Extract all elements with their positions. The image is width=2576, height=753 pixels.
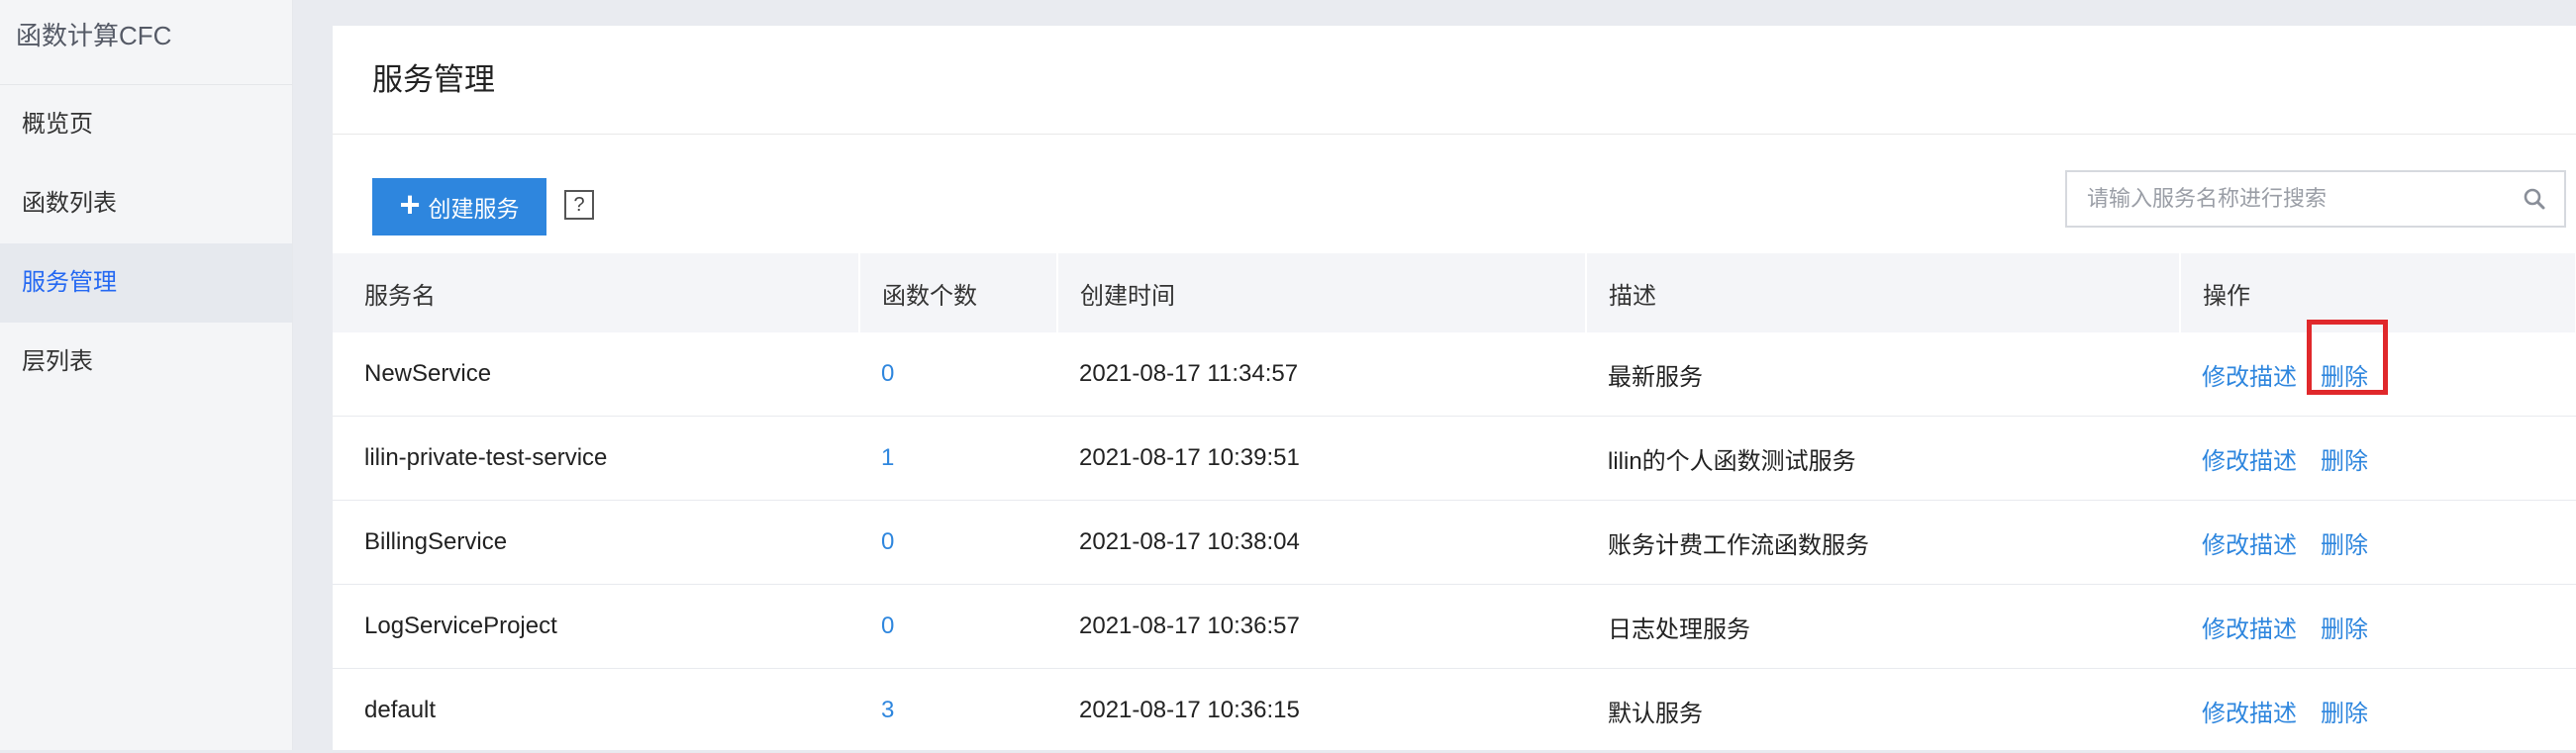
column-header-created: 创建时间 [1057, 253, 1587, 332]
delete-link[interactable]: 删除 [2321, 616, 2368, 643]
delete-cell: 删除 [2321, 525, 2368, 560]
column-header-description: 描述 [1586, 253, 2181, 332]
created-time: 2021-08-17 11:34:57 [1057, 332, 1586, 417]
delete-link[interactable]: 删除 [2321, 364, 2368, 391]
toolbar: + 创建服务 ? [333, 135, 2576, 253]
table-row: NewService 0 2021-08-17 11:34:57 最新服务 修改… [333, 319, 2576, 417]
service-name: default [333, 668, 859, 753]
column-header-count: 函数个数 [859, 253, 1058, 332]
table-row: default 3 2021-08-17 10:36:15 默认服务 修改描述删… [333, 668, 2576, 753]
edit-description-link[interactable]: 修改描述 [2202, 357, 2297, 392]
sidebar-item-overview[interactable]: 概览页 [0, 85, 292, 164]
sidebar-item-services[interactable]: 服务管理 [0, 243, 292, 323]
delete-link[interactable]: 删除 [2321, 701, 2368, 727]
app-title: 函数计算CFC [0, 0, 292, 85]
service-name: NewService [333, 332, 859, 417]
main-panel: 服务管理 + 创建服务 ? 服务名 [333, 26, 2576, 753]
delete-cell: 删除 [2321, 441, 2368, 476]
create-service-button[interactable]: + 创建服务 [372, 178, 546, 235]
delete-cell: 删除 [2321, 694, 2368, 728]
edit-description-link[interactable]: 修改描述 [2202, 694, 2297, 728]
edit-description-link[interactable]: 修改描述 [2202, 525, 2297, 560]
page-title: 服务管理 [333, 26, 2576, 135]
search-box [2065, 170, 2566, 228]
edit-description-link[interactable]: 修改描述 [2202, 441, 2297, 476]
function-count-link[interactable]: 1 [881, 444, 894, 471]
service-description: 最新服务 [1586, 332, 2180, 417]
service-name: lilin-private-test-service [333, 416, 859, 501]
table-row: LogServiceProject 0 2021-08-17 10:36:57 … [333, 584, 2576, 669]
created-time: 2021-08-17 10:36:57 [1057, 584, 1586, 669]
services-table: 服务名 函数个数 创建时间 描述 操作 NewService 0 2021-08… [333, 253, 2576, 753]
created-time: 2021-08-17 10:39:51 [1057, 416, 1586, 501]
sidebar: 函数计算CFC 概览页 函数列表 服务管理 层列表 [0, 0, 293, 750]
service-name: BillingService [333, 500, 859, 585]
function-count-link[interactable]: 3 [881, 697, 894, 723]
edit-description-link[interactable]: 修改描述 [2202, 610, 2297, 644]
created-time: 2021-08-17 10:36:15 [1057, 668, 1586, 753]
service-description: lilin的个人函数测试服务 [1586, 416, 2180, 501]
delete-link[interactable]: 删除 [2321, 532, 2368, 559]
plus-icon: + [399, 184, 421, 225]
delete-cell: 删除 [2321, 610, 2368, 644]
function-count-link[interactable]: 0 [881, 612, 894, 639]
function-count-link[interactable]: 0 [881, 360, 894, 387]
table-header-row: 服务名 函数个数 创建时间 描述 操作 [333, 253, 2576, 332]
delete-link[interactable]: 删除 [2321, 448, 2368, 475]
help-icon[interactable]: ? [564, 190, 594, 220]
service-name: LogServiceProject [333, 584, 859, 669]
created-time: 2021-08-17 10:38:04 [1057, 500, 1586, 585]
sidebar-item-functions[interactable]: 函数列表 [0, 164, 292, 243]
sidebar-item-layers[interactable]: 层列表 [0, 323, 292, 402]
table-row: BillingService 0 2021-08-17 10:38:04 账务计… [333, 500, 2576, 585]
service-description: 账务计费工作流函数服务 [1586, 500, 2180, 585]
service-description: 日志处理服务 [1586, 584, 2180, 669]
search-icon[interactable] [2505, 187, 2564, 211]
create-service-label: 创建服务 [428, 196, 520, 222]
column-header-name: 服务名 [333, 253, 860, 332]
search-input[interactable] [2067, 171, 2505, 227]
function-count-link[interactable]: 0 [881, 528, 894, 555]
column-header-actions: 操作 [2180, 253, 2576, 332]
service-description: 默认服务 [1586, 668, 2180, 753]
delete-cell: 删除 [2307, 319, 2388, 395]
table-row: lilin-private-test-service 1 2021-08-17 … [333, 416, 2576, 501]
